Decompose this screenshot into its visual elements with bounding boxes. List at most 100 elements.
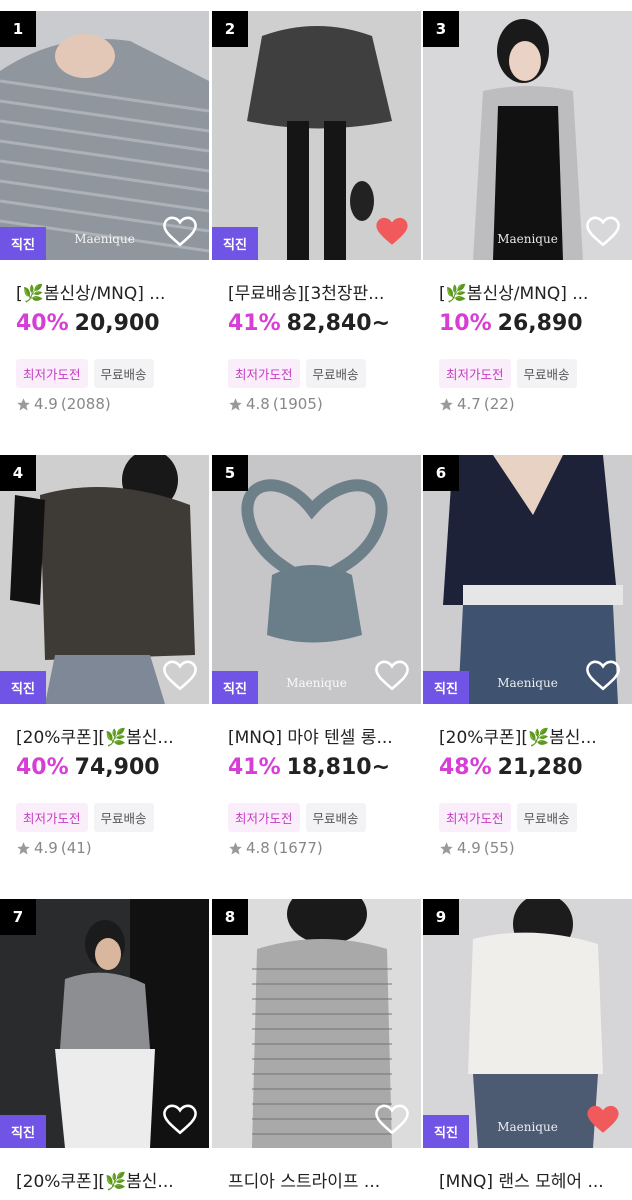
direct-badge: 직진 xyxy=(0,671,46,704)
tag-lowest-price: 최저가도전 xyxy=(228,803,300,832)
price: 74,900 xyxy=(74,755,160,780)
price: 21,280 xyxy=(497,755,583,780)
product-title[interactable]: 프디아 스트라이프 ... xyxy=(228,1167,408,1192)
heart-outline-icon[interactable] xyxy=(586,216,620,248)
discount-rate: 41% xyxy=(228,311,281,336)
rank-badge: 9 xyxy=(423,899,459,935)
product-card[interactable]: 9 직진 Maenique [MNQ] 랜스 모헤어 ... xyxy=(423,899,632,1200)
rating-score: 4.9 xyxy=(457,839,481,857)
product-title[interactable]: [20%쿠폰][🌿봄신... xyxy=(439,723,619,748)
rating: 4.9 (2088) xyxy=(16,395,111,413)
product-title[interactable]: [🌿봄신상/MNQ] ... xyxy=(439,279,619,304)
heart-outline-icon[interactable] xyxy=(586,660,620,692)
rating: 4.9 (41) xyxy=(16,839,92,857)
product-title[interactable]: [20%쿠폰][🌿봄신... xyxy=(16,723,196,748)
star-icon xyxy=(229,841,242,854)
tag-list: 최저가도전 무료배송 xyxy=(228,803,366,832)
star-icon xyxy=(17,397,30,410)
watermark: Maenique xyxy=(286,676,347,690)
discount-rate: 48% xyxy=(439,755,492,780)
rating: 4.8 (1905) xyxy=(228,395,323,413)
heart-outline-icon[interactable] xyxy=(375,660,409,692)
review-count: (22) xyxy=(483,395,515,413)
direct-badge: 직진 xyxy=(423,671,469,704)
product-title[interactable]: [20%쿠폰][🌿봄신... xyxy=(16,1167,196,1192)
product-image[interactable]: 9 직진 Maenique xyxy=(423,899,632,1148)
tag-lowest-price: 최저가도전 xyxy=(16,359,88,388)
star-icon xyxy=(440,397,453,410)
watermark: Maenique xyxy=(497,676,558,690)
star-icon xyxy=(17,841,30,854)
product-image[interactable]: 5 직진 Maenique xyxy=(212,455,421,704)
tag-lowest-price: 최저가도전 xyxy=(439,359,511,388)
tag-free-shipping: 무료배송 xyxy=(93,359,154,388)
tag-list: 최저가도전 무료배송 xyxy=(228,359,366,388)
product-title[interactable]: [MNQ] 랜스 모헤어 ... xyxy=(439,1167,619,1192)
tag-list: 최저가도전 무료배송 xyxy=(16,803,154,832)
heart-filled-icon[interactable] xyxy=(586,1104,620,1136)
discount-rate: 41% xyxy=(228,755,281,780)
star-icon xyxy=(440,841,453,854)
heart-filled-icon[interactable] xyxy=(375,216,409,248)
heart-outline-icon[interactable] xyxy=(163,1104,197,1136)
price-row: 41% 18,810~ xyxy=(228,755,390,780)
discount-rate: 40% xyxy=(16,755,69,780)
product-image[interactable]: 6 직진 Maenique xyxy=(423,455,632,704)
product-card[interactable]: 5 직진 Maenique [MNQ] 마야 텐셀 롱... 41% 18,810… xyxy=(212,455,421,885)
watermark: Maenique xyxy=(497,1120,558,1134)
rating: 4.8 (1677) xyxy=(228,839,323,857)
direct-badge: 직진 xyxy=(0,227,46,260)
direct-badge: 직진 xyxy=(0,1115,46,1148)
tag-free-shipping: 무료배송 xyxy=(516,803,577,832)
tag-lowest-price: 최저가도전 xyxy=(439,803,511,832)
product-image[interactable]: 8 xyxy=(212,899,421,1148)
review-count: (41) xyxy=(60,839,92,857)
product-card[interactable]: 6 직진 Maenique [20%쿠폰][🌿봄신... 48% 21,280 최… xyxy=(423,455,632,885)
price-row: 48% 21,280 xyxy=(439,755,583,780)
rating-score: 4.7 xyxy=(457,395,481,413)
rating: 4.7 (22) xyxy=(439,395,515,413)
price-row: 10% 26,890 xyxy=(439,311,583,336)
price: 18,810~ xyxy=(286,755,391,780)
product-card[interactable]: 1 직진 Maenique [🌿봄신상/MNQ] ... 40% 20,900 최… xyxy=(0,11,209,441)
rating-score: 4.9 xyxy=(34,839,58,857)
product-image[interactable]: 3 Maenique xyxy=(423,11,632,260)
product-title[interactable]: [🌿봄신상/MNQ] ... xyxy=(16,279,196,304)
discount-rate: 40% xyxy=(16,311,69,336)
rank-badge: 4 xyxy=(0,455,36,491)
direct-badge: 직진 xyxy=(212,227,258,260)
product-card[interactable]: 4 직진 [20%쿠폰][🌿봄신... 40% 74,900 최저가도전 무료배송… xyxy=(0,455,209,885)
star-icon xyxy=(229,397,242,410)
product-image[interactable]: 7 직진 xyxy=(0,899,209,1148)
product-card[interactable]: 2 직진 [무료배송][3천장판... 41% 82,840~ 최저가도전 무료배… xyxy=(212,11,421,441)
rating-score: 4.8 xyxy=(246,839,270,857)
product-card[interactable]: 8 프디아 스트라이프 ... xyxy=(212,899,421,1200)
product-title[interactable]: [MNQ] 마야 텐셀 롱... xyxy=(228,723,408,748)
rank-badge: 2 xyxy=(212,11,248,47)
tag-list: 최저가도전 무료배송 xyxy=(439,803,577,832)
rating-score: 4.8 xyxy=(246,395,270,413)
tag-lowest-price: 최저가도전 xyxy=(228,359,300,388)
heart-outline-icon[interactable] xyxy=(163,660,197,692)
rank-badge: 5 xyxy=(212,455,248,491)
price: 20,900 xyxy=(74,311,160,336)
heart-outline-icon[interactable] xyxy=(375,1104,409,1136)
rank-badge: 7 xyxy=(0,899,36,935)
rank-badge: 8 xyxy=(212,899,248,935)
tag-lowest-price: 최저가도전 xyxy=(16,803,88,832)
tag-list: 최저가도전 무료배송 xyxy=(16,359,154,388)
tag-free-shipping: 무료배송 xyxy=(93,803,154,832)
price-row: 40% 74,900 xyxy=(16,755,160,780)
price: 82,840~ xyxy=(286,311,391,336)
product-card[interactable]: 3 Maenique [🌿봄신상/MNQ] ... 10% 26,890 최저가도… xyxy=(423,11,632,441)
product-title[interactable]: [무료배송][3천장판... xyxy=(228,279,408,304)
product-image[interactable]: 2 직진 xyxy=(212,11,421,260)
heart-outline-icon[interactable] xyxy=(163,216,197,248)
watermark: Maenique xyxy=(497,232,558,246)
product-image[interactable]: 1 직진 Maenique xyxy=(0,11,209,260)
product-card[interactable]: 7 직진 [20%쿠폰][🌿봄신... xyxy=(0,899,209,1200)
review-count: (55) xyxy=(483,839,515,857)
watermark: Maenique xyxy=(74,232,135,246)
price-row: 41% 82,840~ xyxy=(228,311,390,336)
product-image[interactable]: 4 직진 xyxy=(0,455,209,704)
